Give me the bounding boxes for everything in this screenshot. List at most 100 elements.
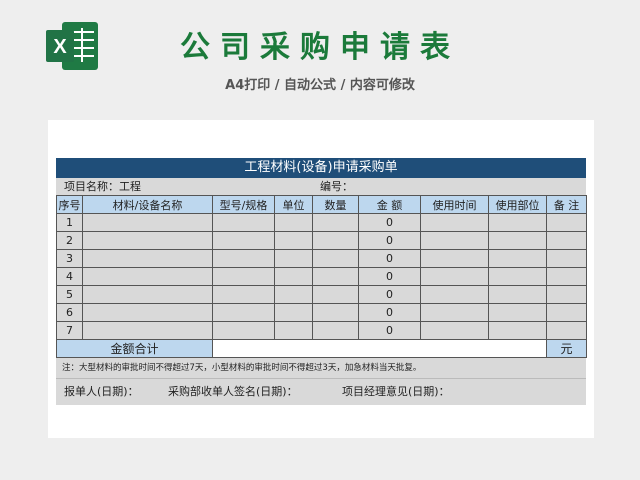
table-cell[interactable]: 0 — [358, 249, 421, 268]
table-cell: 3 — [56, 249, 83, 268]
table-cell[interactable] — [420, 267, 489, 286]
table-cell[interactable] — [312, 321, 359, 340]
table-cell: 6 — [56, 303, 83, 322]
table-cell[interactable] — [212, 267, 275, 286]
table-cell[interactable] — [420, 249, 489, 268]
table-cell[interactable] — [420, 303, 489, 322]
reporter-signature-label: 报单人(日期)： — [64, 385, 139, 398]
table-cell[interactable] — [82, 285, 213, 304]
table-cell[interactable] — [82, 249, 213, 268]
table-cell: 1 — [56, 213, 83, 232]
note-text: 注：大型材料的审批时间不得超过7天，小型材料的审批时间不得超过3天，加急材料当天… — [56, 358, 586, 379]
table-cell[interactable] — [488, 285, 547, 304]
table-cell[interactable] — [274, 231, 313, 250]
total-row: 金额合计 元 — [56, 339, 587, 358]
table-cell[interactable]: 0 — [358, 267, 421, 286]
spreadsheet-form: 工程材料(设备)申请采购单 项目名称：工程 编号： 序号 材料/设备名称 型号/… — [56, 158, 587, 405]
form-title: 工程材料(设备)申请采购单 — [56, 158, 586, 178]
purchase-table: 序号 材料/设备名称 型号/规格 单位 数量 金 额 使用时间 使用部位 备 注… — [56, 195, 587, 358]
table-cell[interactable] — [82, 213, 213, 232]
table-cell[interactable] — [312, 249, 359, 268]
table-cell[interactable] — [274, 303, 313, 322]
table-header-row: 序号 材料/设备名称 型号/规格 单位 数量 金 额 使用时间 使用部位 备 注 — [56, 195, 587, 214]
table-row: 20 — [56, 231, 587, 250]
table-cell[interactable] — [274, 249, 313, 268]
table-cell[interactable] — [488, 249, 547, 268]
table-cell[interactable] — [546, 321, 587, 340]
col-header-remark: 备 注 — [546, 195, 587, 214]
info-row: 项目名称：工程 编号： — [56, 178, 586, 195]
table-row: 70 — [56, 321, 587, 340]
table-cell[interactable] — [546, 231, 587, 250]
col-header-name: 材料/设备名称 — [82, 195, 213, 214]
table-cell[interactable] — [488, 321, 547, 340]
col-header-use-time: 使用时间 — [420, 195, 489, 214]
table-cell[interactable] — [420, 231, 489, 250]
table-cell[interactable] — [274, 285, 313, 304]
table-row: 50 — [56, 285, 587, 304]
table-cell[interactable] — [312, 267, 359, 286]
page-title: 公司采购申请表 — [180, 30, 460, 65]
table-cell[interactable] — [274, 213, 313, 232]
table-cell[interactable] — [274, 267, 313, 286]
table-cell[interactable] — [212, 249, 275, 268]
total-value-cell[interactable] — [212, 339, 547, 358]
table-row: 40 — [56, 267, 587, 286]
table-cell[interactable] — [420, 213, 489, 232]
page-subtitle: A4打印 / 自动公式 / 内容可修改 — [225, 78, 415, 93]
table-cell[interactable] — [82, 321, 213, 340]
project-name-label: 项目名称：工程 — [64, 180, 141, 193]
table-cell[interactable] — [212, 285, 275, 304]
table-cell[interactable] — [546, 213, 587, 232]
purchasing-signature-label: 采购部收单人签名(日期)： — [168, 385, 298, 398]
table-cell[interactable] — [420, 285, 489, 304]
col-header-use-location: 使用部位 — [488, 195, 547, 214]
table-cell[interactable] — [546, 267, 587, 286]
table-cell[interactable]: 0 — [358, 285, 421, 304]
table-cell[interactable]: 0 — [358, 321, 421, 340]
table-row: 60 — [56, 303, 587, 322]
number-label: 编号： — [320, 180, 353, 193]
table-row: 10 — [56, 213, 587, 232]
col-header-model: 型号/规格 — [212, 195, 275, 214]
table-cell[interactable] — [546, 303, 587, 322]
table-cell[interactable] — [212, 213, 275, 232]
table-cell[interactable] — [212, 231, 275, 250]
table-cell[interactable] — [212, 321, 275, 340]
table-cell[interactable] — [82, 267, 213, 286]
table-cell[interactable]: 0 — [358, 213, 421, 232]
table-cell: 5 — [56, 285, 83, 304]
table-cell[interactable] — [312, 303, 359, 322]
manager-opinion-label: 项目经理意见(日期)： — [342, 385, 450, 398]
excel-logo-icon: X — [46, 22, 98, 70]
table-cell[interactable] — [312, 231, 359, 250]
table-cell[interactable] — [488, 213, 547, 232]
svg-text:X: X — [53, 36, 67, 58]
table-cell[interactable] — [546, 249, 587, 268]
table-cell[interactable] — [420, 321, 489, 340]
table-cell: 7 — [56, 321, 83, 340]
table-cell[interactable] — [82, 231, 213, 250]
table-cell[interactable] — [82, 303, 213, 322]
table-cell[interactable] — [488, 267, 547, 286]
table-cell[interactable] — [312, 213, 359, 232]
table-cell: 4 — [56, 267, 83, 286]
document-paper: 工程材料(设备)申请采购单 项目名称：工程 编号： 序号 材料/设备名称 型号/… — [48, 120, 594, 438]
table-cell[interactable] — [312, 285, 359, 304]
total-label: 金额合计 — [56, 339, 213, 358]
col-header-unit: 单位 — [274, 195, 313, 214]
table-cell[interactable] — [274, 321, 313, 340]
table-cell[interactable] — [488, 303, 547, 322]
signature-row: 报单人(日期)： 采购部收单人签名(日期)： 项目经理意见(日期)： — [56, 379, 586, 405]
col-header-quantity: 数量 — [312, 195, 359, 214]
col-header-amount: 金 额 — [358, 195, 421, 214]
table-row: 30 — [56, 249, 587, 268]
table-cell[interactable] — [488, 231, 547, 250]
col-header-index: 序号 — [56, 195, 83, 214]
table-cell[interactable]: 0 — [358, 303, 421, 322]
table-cell[interactable] — [546, 285, 587, 304]
total-unit: 元 — [546, 339, 587, 358]
table-cell[interactable] — [212, 303, 275, 322]
table-cell[interactable]: 0 — [358, 231, 421, 250]
table-cell: 2 — [56, 231, 83, 250]
